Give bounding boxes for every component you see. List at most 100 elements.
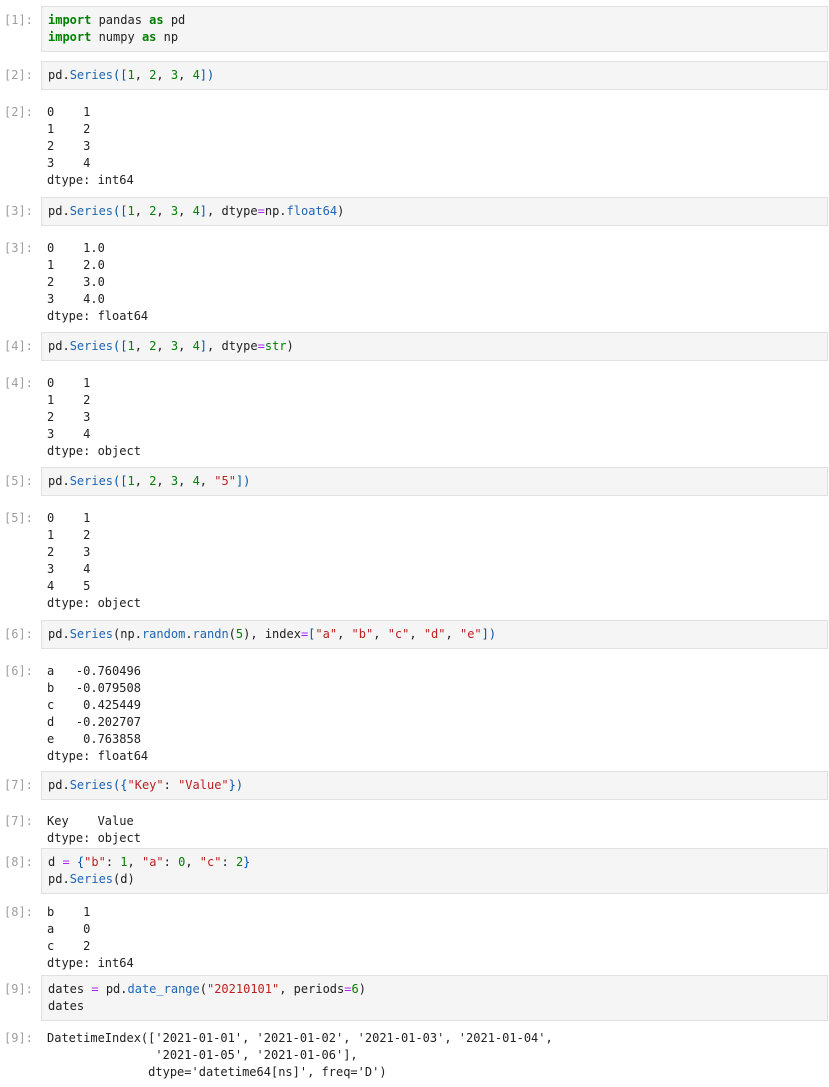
- code-editor[interactable]: pd.Series(np.random.randn(5), index=["a"…: [41, 620, 828, 649]
- code-token: "5": [214, 474, 236, 488]
- output-line: 1 2: [47, 528, 91, 542]
- code-token: Series: [69, 778, 114, 792]
- code-token: ,: [373, 627, 388, 641]
- output-line: '2021-01-05', '2021-01-06'],: [47, 1048, 358, 1062]
- code-token: pd.: [98, 982, 128, 996]
- code-editor[interactable]: dates = pd.date_range("20210101", period…: [41, 975, 828, 1021]
- code-token: ): [358, 982, 366, 996]
- output-line: 2 3.0: [47, 275, 105, 289]
- code-token: ]): [235, 474, 251, 488]
- code-token: ]): [481, 627, 497, 641]
- input-prompt: [3]:: [4, 204, 33, 218]
- output-prompt: [5]:: [4, 511, 33, 525]
- code-editor[interactable]: import pandas as pd import numpy as np: [41, 6, 828, 52]
- code-token: ,: [134, 68, 150, 82]
- code-token: =: [257, 204, 265, 218]
- code-token: , dtype: [207, 339, 258, 353]
- output-line: b -0.079508: [47, 681, 141, 695]
- code-token: , periods: [279, 982, 345, 996]
- output-line: 3 4: [47, 427, 91, 441]
- output-line: dtype: int64: [47, 956, 134, 970]
- output-line: 3 4.0: [47, 292, 105, 306]
- code-token: Series: [69, 474, 114, 488]
- output-line: 0 1: [47, 105, 91, 119]
- code-token: (: [228, 627, 236, 641]
- code-token: ([: [113, 474, 128, 488]
- code-token: as: [141, 30, 157, 44]
- code-cell-4[interactable]: [4]: pd.Series([1, 2, 3, 4], dtype=str): [0, 332, 829, 361]
- code-editor[interactable]: d = {"b": 1, "a": 0, "c": 2} pd.Series(d): [41, 848, 828, 894]
- code-cell-2[interactable]: [2]: pd.Series([1, 2, 3, 4]): [0, 61, 829, 90]
- code-cell-8[interactable]: [8]: d = {"b": 1, "a": 0, "c": 2} pd.Serie…: [0, 848, 829, 894]
- code-token: :: [163, 855, 179, 869]
- output-line: 0 1.0: [47, 241, 105, 255]
- code-token: :: [163, 778, 179, 792]
- output-line: a 0: [47, 922, 91, 936]
- code-token: 4: [192, 204, 200, 218]
- code-token: {: [69, 855, 85, 869]
- output-text: b 1 a 0 c 2 dtype: int64: [41, 900, 829, 976]
- output-line: dtype: object: [47, 444, 141, 458]
- output-cell-8: [8]: b 1 a 0 c 2 dtype: int64: [0, 900, 829, 976]
- code-token: 1: [127, 339, 135, 353]
- output-prompt: [6]:: [4, 664, 33, 678]
- code-cell-1[interactable]: [1]: import pandas as pd import numpy as n…: [0, 6, 829, 52]
- code-token: 4: [192, 339, 200, 353]
- code-token: pd.: [48, 68, 70, 82]
- output-text: 0 1 1 2 2 3 3 4 dtype: object: [41, 371, 829, 464]
- code-token: "b": [84, 855, 106, 869]
- code-token: ,: [134, 204, 150, 218]
- input-prompt: [9]:: [4, 982, 33, 996]
- output-line: b 1: [47, 905, 91, 919]
- output-prompt: [7]:: [4, 814, 33, 828]
- code-token: pd.: [48, 778, 70, 792]
- code-token: pd.: [48, 627, 70, 641]
- code-token: :: [105, 855, 121, 869]
- code-cell-3[interactable]: [3]: pd.Series([1, 2, 3, 4], dtype=np.flo…: [0, 197, 829, 226]
- code-token: ,: [134, 339, 150, 353]
- output-line: 1 2: [47, 393, 91, 407]
- code-cell-5[interactable]: [5]: pd.Series([1, 2, 3, 4, "5"]): [0, 467, 829, 496]
- code-token: Series: [69, 204, 114, 218]
- code-token: "Key": [127, 778, 164, 792]
- code-line: d = {"b": 1, "a": 0, "c": 2}: [48, 854, 821, 871]
- output-line: 3 4: [47, 156, 91, 170]
- code-token: }): [228, 778, 244, 792]
- code-cell-6[interactable]: [6]: pd.Series(np.random.randn(5), index=…: [0, 620, 829, 649]
- output-text: DatetimeIndex(['2021-01-01', '2021-01-02…: [41, 1026, 829, 1085]
- output-cell-3: [3]: 0 1.0 1 2.0 2 3.0 3 4.0 dtype: float64: [0, 236, 829, 329]
- code-editor[interactable]: pd.Series({"Key": "Value"}): [41, 771, 828, 800]
- code-editor[interactable]: pd.Series([1, 2, 3, 4, "5"]): [41, 467, 828, 496]
- input-prompt: [8]:: [4, 855, 33, 869]
- code-line: pd.Series([1, 2, 3, 4], dtype=str): [48, 338, 821, 355]
- code-line: pd.Series([1, 2, 3, 4, "5"]): [48, 473, 821, 490]
- code-token: ]: [199, 339, 208, 353]
- output-cell-5: [5]: 0 1 1 2 2 3 3 4 4 5 dtype: object: [0, 506, 829, 616]
- code-token: ,: [178, 68, 193, 82]
- code-cell-9[interactable]: [9]: dates = pd.date_range("20210101", pe…: [0, 975, 829, 1021]
- output-line: 1 2: [47, 122, 91, 136]
- code-token: ,: [178, 474, 193, 488]
- code-token: .: [185, 627, 193, 641]
- code-token: ,: [156, 474, 171, 488]
- code-token: (np.: [113, 627, 142, 641]
- output-text: Key Value dtype: object: [41, 809, 829, 851]
- output-prompt: [2]:: [4, 105, 33, 119]
- code-token: dates: [48, 999, 85, 1013]
- output-line: a -0.760496: [47, 664, 141, 678]
- code-editor[interactable]: pd.Series([1, 2, 3, 4], dtype=np.float64…: [41, 197, 828, 226]
- code-token: "20210101": [206, 982, 280, 996]
- output-line: c 0.425449: [47, 698, 141, 712]
- output-text: a -0.760496 b -0.079508 c 0.425449 d -0.202…: [41, 659, 829, 769]
- code-editor[interactable]: pd.Series([1, 2, 3, 4], dtype=str): [41, 332, 828, 361]
- code-token: }: [243, 855, 251, 869]
- code-token: ), index: [243, 627, 301, 641]
- code-cell-7[interactable]: [7]: pd.Series({"Key": "Value"}): [0, 771, 829, 800]
- output-line: 2 3: [47, 139, 91, 153]
- code-token: "Value": [178, 778, 229, 792]
- code-token: , dtype: [207, 204, 258, 218]
- code-token: =: [344, 982, 352, 996]
- code-token: as: [149, 13, 164, 27]
- code-token: ({: [113, 778, 128, 792]
- code-editor[interactable]: pd.Series([1, 2, 3, 4]): [41, 61, 828, 90]
